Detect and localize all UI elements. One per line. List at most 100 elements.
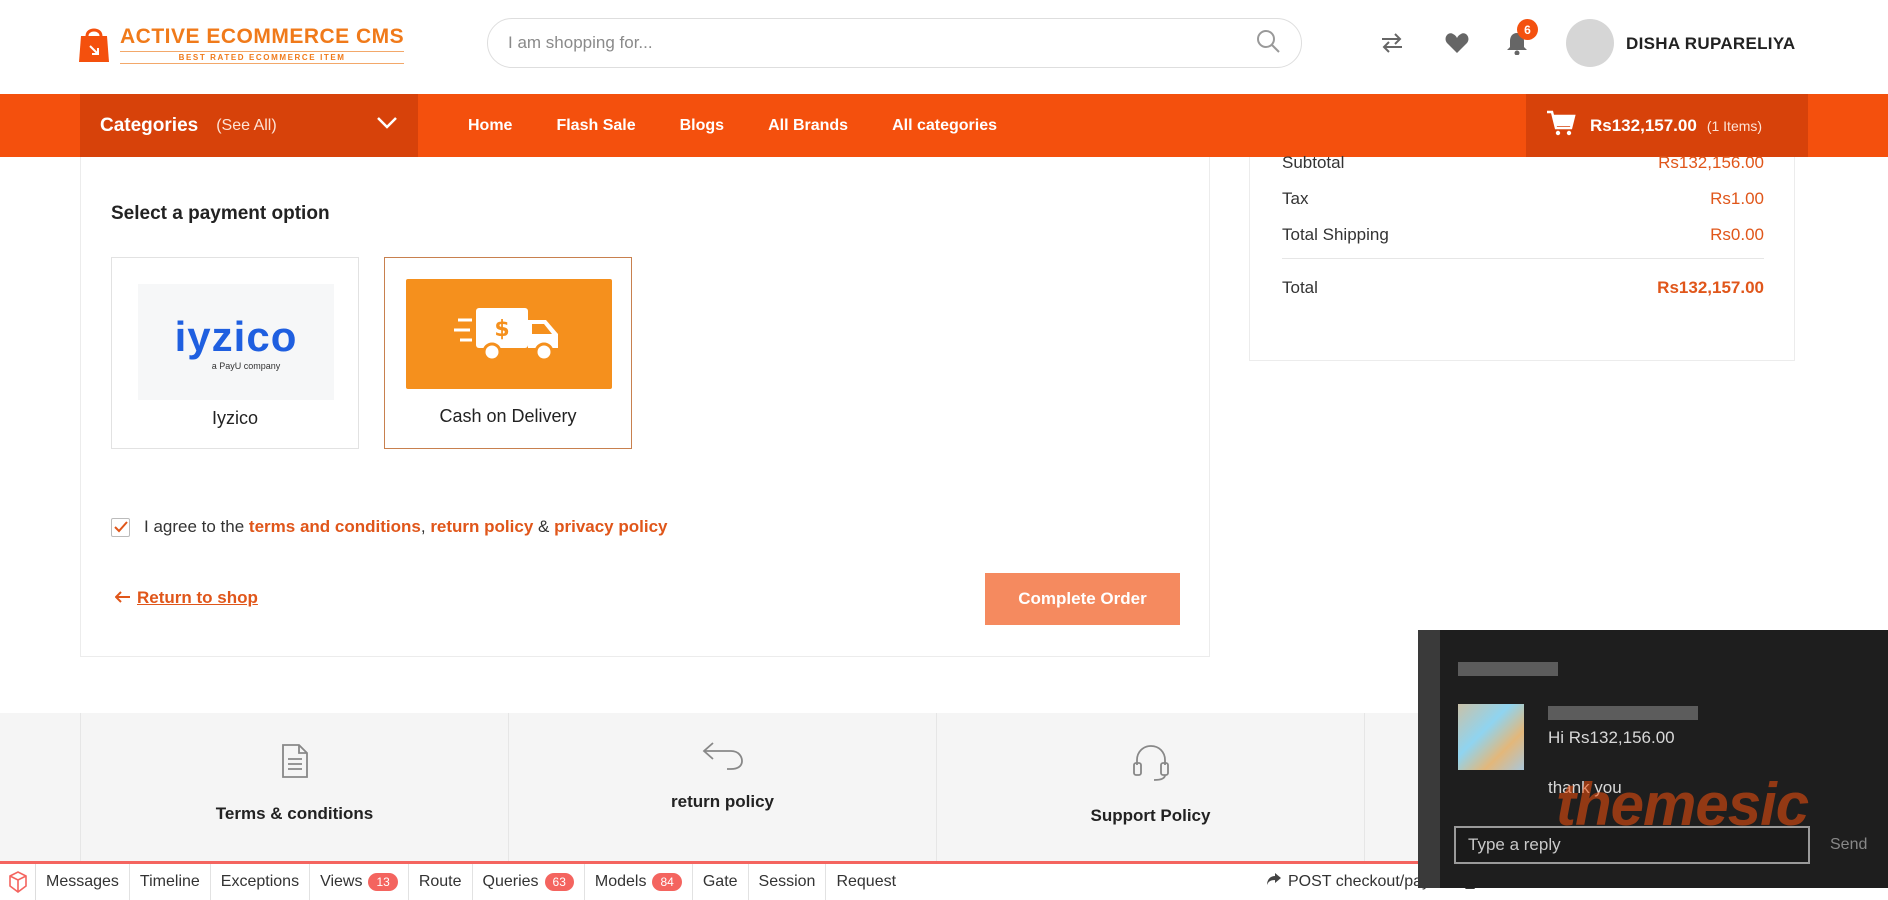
debug-tab-gate[interactable]: Gate <box>693 864 749 900</box>
return-policy-link[interactable]: return policy <box>430 517 533 536</box>
debug-tab-queries[interactable]: Queries 63 <box>473 864 585 900</box>
agree-sep-1: , <box>420 517 426 536</box>
nav-link-home[interactable]: Home <box>468 117 512 135</box>
cart-icon <box>1546 110 1576 141</box>
debug-tab-label: Views <box>320 873 363 890</box>
debug-tab-label: Gate <box>702 873 738 890</box>
summary-divider <box>1282 258 1764 259</box>
search-bar <box>487 18 1302 68</box>
search-icon[interactable] <box>1255 28 1281 59</box>
user-avatar[interactable] <box>1566 19 1614 67</box>
nav-link-flash-sale[interactable]: Flash Sale <box>556 117 635 135</box>
chat-blurred-header <box>1458 662 1558 676</box>
debug-tab-label: Session <box>758 873 816 890</box>
policy-terms[interactable]: Terms & conditions <box>80 713 508 861</box>
logo-subtitle: BEST RATED ECOMMERCE ITEM <box>120 50 405 64</box>
policy-label: Support Policy <box>1090 806 1211 825</box>
nav-links: Home Flash Sale Blogs All Brands All cat… <box>468 94 997 157</box>
nav-link-all-categories[interactable]: All categories <box>892 117 997 135</box>
terms-link[interactable]: terms and conditions <box>249 517 421 536</box>
policy-label: Terms & conditions <box>215 804 374 823</box>
debug-count-badge: 63 <box>544 873 574 891</box>
debug-tab-timeline[interactable]: Timeline <box>130 864 211 900</box>
order-summary: Subtotal Rs132,156.00 Tax Rs1.00 Total S… <box>1249 153 1795 361</box>
debug-tab-exceptions[interactable]: Exceptions <box>211 864 311 900</box>
debug-tab-messages[interactable]: Messages <box>36 864 130 900</box>
search-input[interactable] <box>508 33 1255 53</box>
summary-value: Rs132,156.00 <box>1658 153 1764 172</box>
summary-label: Total Shipping <box>1282 225 1389 244</box>
return-to-shop-link[interactable]: Return to shop <box>114 588 258 608</box>
wishlist-heart-icon[interactable] <box>1444 30 1470 56</box>
chat-send-button[interactable]: Send <box>1830 836 1867 854</box>
notification-bell-icon[interactable]: 6 <box>1504 19 1538 56</box>
nav-link-all-brands[interactable]: All Brands <box>768 117 848 135</box>
payment-option-iyzico[interactable]: iyzico a PayU company Iyzico <box>111 257 359 449</box>
share-arrow-icon <box>1266 872 1282 891</box>
debug-count-badge: 84 <box>652 873 682 891</box>
return-arrow-icon <box>701 739 745 778</box>
debug-tab-label: Messages <box>46 873 119 890</box>
cart-amount: Rs132,157.00 <box>1590 115 1697 135</box>
chat-side-panel <box>1418 630 1440 888</box>
policy-support[interactable]: Support Policy <box>936 713 1364 861</box>
nav-link-blogs[interactable]: Blogs <box>680 117 724 135</box>
summary-value: Rs0.00 <box>1710 225 1764 244</box>
iyzico-logo: iyzico a PayU company <box>138 284 334 400</box>
summary-row-subtotal: Subtotal Rs132,156.00 <box>1282 153 1764 173</box>
compare-icon[interactable] <box>1379 30 1405 56</box>
top-header: ACTIVE ECOMMERCE CMS BEST RATED ECOMMERC… <box>0 0 1888 94</box>
debug-tab-session[interactable]: Session <box>749 864 827 900</box>
cart-summary-button[interactable]: Rs132,157.00 (1 Items) <box>1526 94 1808 157</box>
return-to-shop-label: Return to shop <box>137 588 258 607</box>
payment-option-cash-on-delivery[interactable]: $ Cash on Delivery <box>384 257 632 449</box>
summary-label: Tax <box>1282 189 1309 208</box>
complete-order-button[interactable]: Complete Order <box>985 573 1180 625</box>
notification-count-badge: 6 <box>1517 19 1538 40</box>
shopping-bag-icon <box>78 24 110 64</box>
logo-title: ACTIVE ECOMMERCE CMS <box>120 24 405 48</box>
debug-tab-label: Exceptions <box>220 873 300 890</box>
agree-checkbox[interactable] <box>111 517 130 537</box>
headset-icon <box>1130 741 1172 788</box>
summary-label: Subtotal <box>1282 153 1345 172</box>
summary-row-total: Total Rs132,157.00 <box>1282 278 1764 298</box>
site-logo[interactable]: ACTIVE ECOMMERCE CMS BEST RATED ECOMMERC… <box>78 24 405 64</box>
delivery-truck-icon: $ <box>406 279 612 389</box>
debug-tab-label: Request <box>836 873 897 890</box>
debug-tab-label: Models <box>594 873 647 890</box>
chevron-down-icon <box>376 116 398 135</box>
debug-tab-views[interactable]: Views 13 <box>310 864 409 900</box>
summary-total-value: Rs132,157.00 <box>1657 278 1764 297</box>
iyzico-logo-subtext: a PayU company <box>211 361 281 371</box>
chat-contact-avatar <box>1458 704 1524 770</box>
payment-option-label: Iyzico <box>211 408 258 428</box>
debug-tab-models[interactable]: Models 84 <box>585 864 693 900</box>
terms-agreement: I agree to the terms and conditions, ret… <box>111 517 667 537</box>
watermark-text: themesic <box>1556 771 1809 838</box>
privacy-policy-link[interactable]: privacy policy <box>554 517 667 536</box>
chat-message: Hi Rs132,156.00 <box>1548 728 1675 747</box>
debug-tab-label: Queries <box>482 873 539 890</box>
chat-blurred-sender <box>1548 706 1698 720</box>
debug-tab-route[interactable]: Route <box>409 864 473 900</box>
see-all-label[interactable]: (See All) <box>216 117 276 135</box>
iyzico-logo-text: iyzico <box>174 313 298 360</box>
svg-text:$: $ <box>494 317 509 342</box>
user-name[interactable]: DISHA RUPARELIYA <box>1626 34 1795 54</box>
debug-count-badge: 13 <box>368 873 398 891</box>
debug-tab-label: Route <box>418 873 462 890</box>
debugbar-logo-icon[interactable] <box>0 864 36 900</box>
payment-option-label: Cash on Delivery <box>439 406 577 426</box>
debug-tab-label: Timeline <box>139 873 200 890</box>
categories-label: Categories <box>100 114 199 136</box>
payment-heading: Select a payment option <box>111 203 330 224</box>
policy-return[interactable]: return policy <box>508 713 936 861</box>
debug-tab-request[interactable]: Request <box>826 864 906 900</box>
summary-row-shipping: Total Shipping Rs0.00 <box>1282 225 1764 245</box>
categories-dropdown[interactable]: Categories (See All) <box>80 94 418 157</box>
payment-section: Select a payment option iyzico a PayU co… <box>80 157 1210 657</box>
document-icon <box>277 741 313 786</box>
chat-widget: Hi Rs132,156.00 thank you Send <box>1418 630 1888 888</box>
main-navbar: Categories (See All) Home Flash Sale Blo… <box>0 94 1888 157</box>
